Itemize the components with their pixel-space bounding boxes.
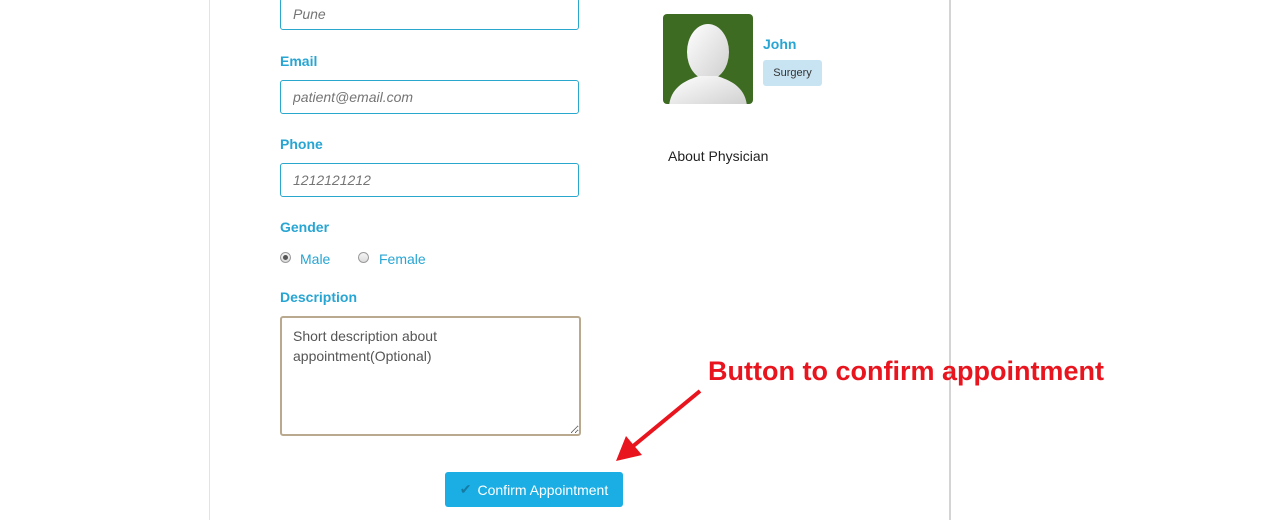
annotation-arrow bbox=[616, 389, 702, 461]
